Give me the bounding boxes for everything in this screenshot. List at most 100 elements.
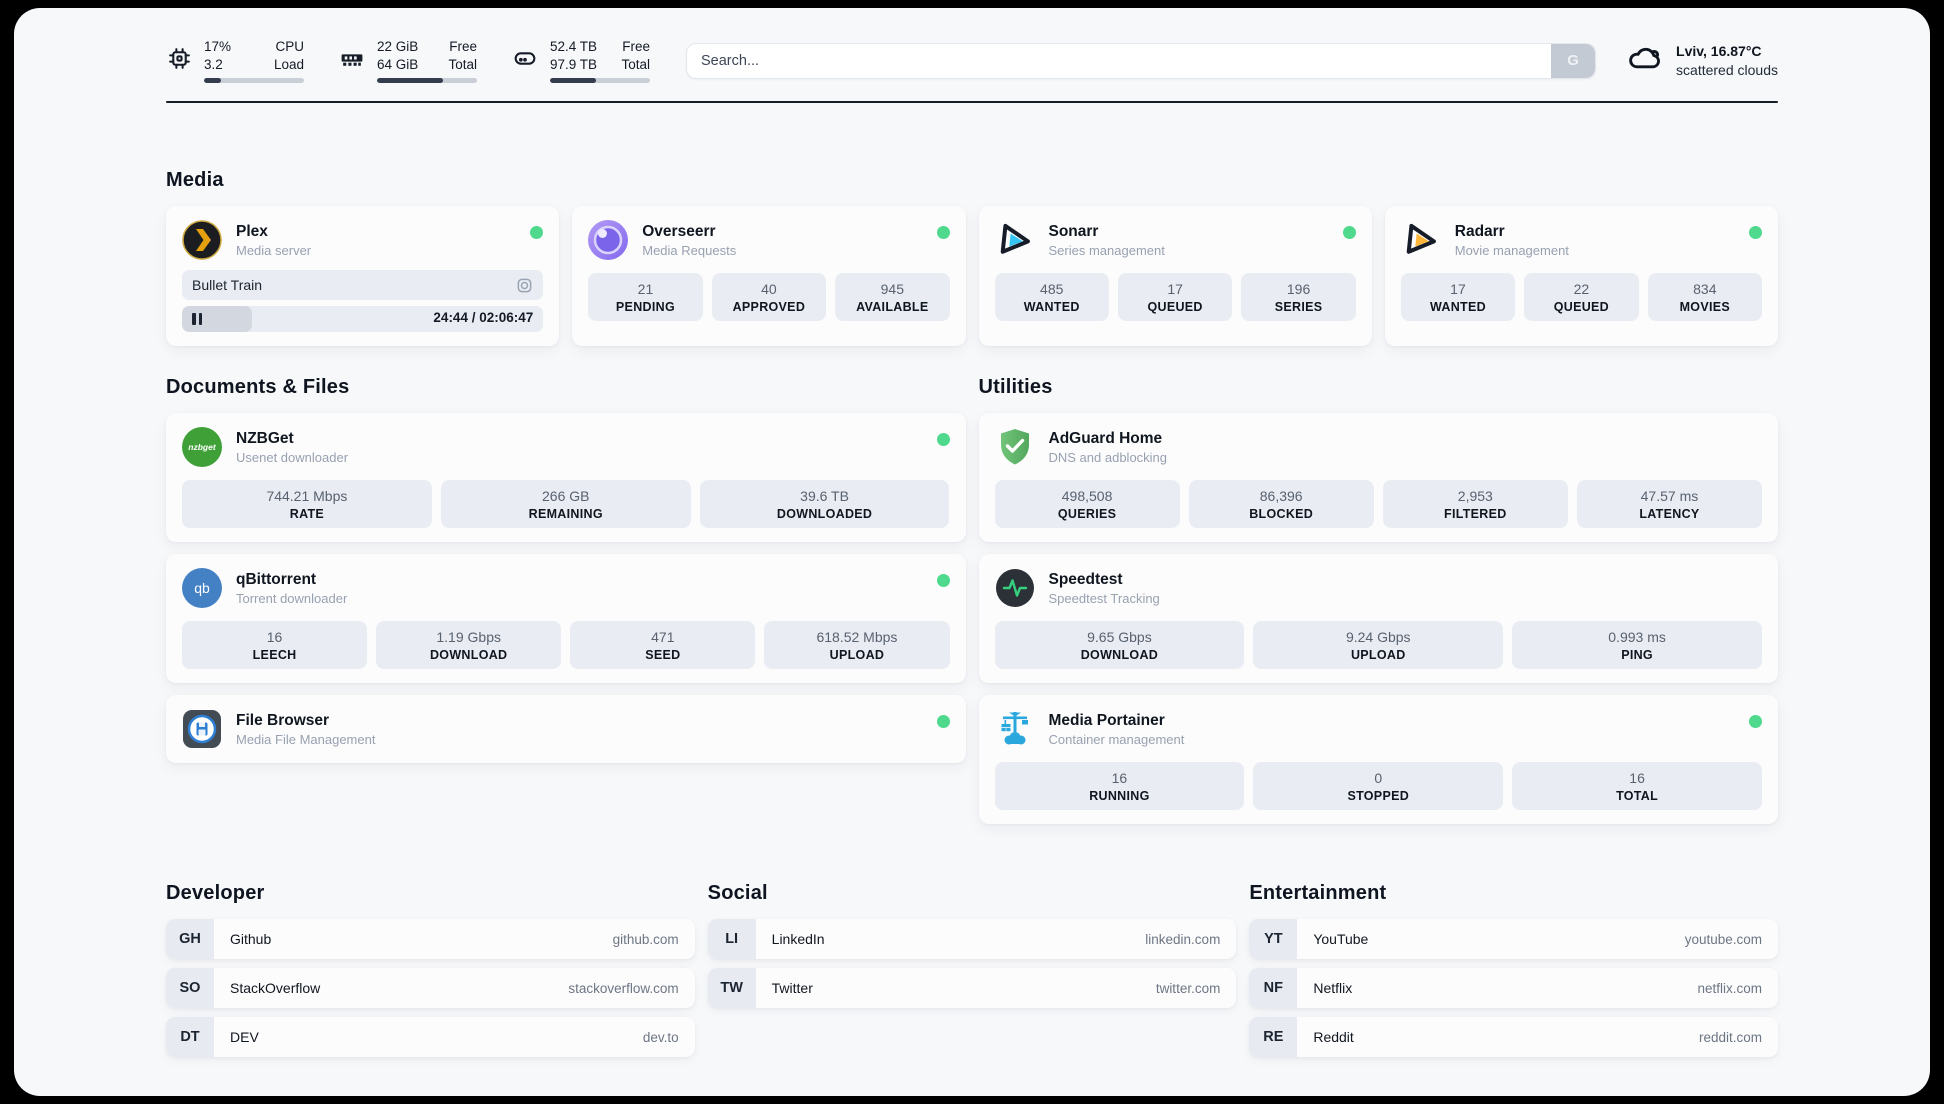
bookmark-youtube[interactable]: YT YouTube youtube.com — [1249, 919, 1778, 960]
cpu-usage-value: 17% — [204, 39, 232, 54]
app-name: File Browser — [236, 711, 330, 729]
bookmark-abbr: TW — [707, 968, 756, 1009]
now-playing-time: 24:44 / 02:06:47 — [433, 310, 534, 326]
header-divider — [166, 101, 1778, 104]
disk-metric: 52.4 TB 97.9 TB Free Total — [511, 38, 650, 84]
now-playing-progressbar: 24:44 / 02:06:47 — [182, 306, 544, 333]
weather-location: Lviv, 16.87°C — [1676, 42, 1762, 59]
bookmark-abbr: LI — [707, 919, 756, 960]
stat-tile: 17 WANTED — [1400, 273, 1516, 322]
bookmark-url: twitter.com — [1155, 980, 1221, 996]
svg-text:nzbget: nzbget — [188, 442, 217, 452]
top-bar: 17% 3.2 CPU Load 22 GiB 64 GiB Free Tota… — [166, 8, 1778, 84]
now-playing-title: Bullet Train — [192, 277, 263, 294]
documents-column: Documents & Files nzbget NZBGet Usenet d… — [166, 376, 966, 764]
stat-tile: 498,508 QUERIES — [994, 480, 1180, 529]
app-subtitle: Torrent downloader — [236, 590, 348, 606]
developer-column: Developer GH Github github.com SO StackO… — [166, 882, 695, 1058]
status-dot — [1749, 715, 1762, 729]
status-dot — [1749, 226, 1762, 240]
bookmark-url: dev.to — [642, 1029, 679, 1045]
bookmark-github[interactable]: GH Github github.com — [166, 919, 695, 960]
app-card-nzbget[interactable]: nzbget NZBGet Usenet downloader 744.21 M… — [166, 413, 966, 543]
status-dot — [530, 226, 544, 240]
ram-free-label: Free — [449, 39, 477, 54]
bookmark-dev[interactable]: DT DEV dev.to — [166, 1017, 695, 1058]
stat-tile: 16 RUNNING — [994, 762, 1245, 811]
nzbget-icon: nzbget — [182, 427, 222, 468]
stat-tile: 471 SEED — [570, 621, 756, 670]
app-subtitle: Container management — [1048, 731, 1185, 747]
cpu-load-label: Load — [273, 56, 304, 72]
stat-tile: 0 STOPPED — [1253, 762, 1504, 811]
ram-total-label: Total — [448, 56, 477, 72]
plex-icon — [182, 220, 222, 260]
bookmark-abbr: YT — [1249, 919, 1298, 960]
sonarr-icon — [995, 220, 1035, 260]
bookmark-twitter[interactable]: TW Twitter twitter.com — [707, 968, 1237, 1009]
section-title-media: Media — [166, 169, 224, 192]
bookmark-abbr: SO — [166, 968, 214, 1009]
disk-total-value: 97.9 TB — [550, 56, 598, 72]
app-card-speedtest[interactable]: Speedtest Speedtest Tracking 9.65 Gbps D… — [978, 554, 1778, 684]
section-title-utilities: Utilities — [978, 376, 1053, 399]
status-dot — [936, 574, 950, 588]
search-engine-button[interactable]: G — [1551, 43, 1596, 78]
bookmark-name: Github — [230, 931, 272, 948]
media-card-grid: Plex Media server Bullet Train 24:44 / 0… — [166, 206, 1778, 347]
app-card-radarr[interactable]: Radarr Movie management 17 WANTED 22 QUE… — [1384, 206, 1778, 347]
app-card-filebrowser[interactable]: File Browser Media File Management — [166, 695, 966, 764]
bookmark-linkedin[interactable]: LI LinkedIn linkedin.com — [707, 919, 1237, 960]
svg-text:qb: qb — [194, 580, 210, 596]
app-name: Plex — [236, 222, 268, 240]
stat-tile: 744.21 Mbps RATE — [182, 480, 432, 529]
qbittorrent-icon: qb — [182, 568, 222, 609]
bookmark-name: StackOverflow — [230, 980, 321, 997]
bookmark-name: LinkedIn — [771, 931, 825, 948]
app-name: Media Portainer — [1048, 711, 1165, 729]
cpu-progress-track — [204, 78, 304, 84]
stat-tile: 485 WANTED — [994, 273, 1109, 322]
app-card-plex[interactable]: Plex Media server Bullet Train 24:44 / 0… — [166, 206, 560, 347]
app-subtitle: Series management — [1048, 242, 1165, 258]
cpu-progress-fill — [204, 78, 221, 84]
bookmark-netflix[interactable]: NF Netflix netflix.com — [1249, 968, 1778, 1009]
disk-total-label: Total — [621, 56, 650, 72]
bookmark-abbr: DT — [166, 1017, 214, 1058]
app-card-adguard[interactable]: AdGuard Home DNS and adblocking 498,508 … — [978, 413, 1778, 543]
stat-tile: 22 QUEUED — [1524, 273, 1639, 322]
search-input[interactable] — [687, 43, 1552, 78]
adguard-icon — [995, 427, 1035, 467]
app-subtitle: Media File Management — [236, 731, 376, 747]
app-card-sonarr[interactable]: Sonarr Series management 485 WANTED 17 Q… — [978, 206, 1372, 347]
bookmark-name: DEV — [230, 1029, 259, 1046]
speedtest-icon — [995, 568, 1035, 608]
now-playing-title-pill: Bullet Train — [182, 270, 544, 301]
stat-tile: 945 AVAILABLE — [835, 273, 950, 322]
stat-tile: 2,953 FILTERED — [1382, 480, 1568, 529]
search-bar: G — [686, 42, 1597, 79]
bookmark-reddit[interactable]: RE Reddit reddit.com — [1249, 1017, 1778, 1058]
status-dot — [936, 433, 950, 447]
app-card-overseerr[interactable]: Overseerr Media Requests 21 PENDING 40 A… — [572, 206, 966, 347]
app-subtitle: DNS and adblocking — [1048, 449, 1168, 465]
app-name: qBittorrent — [236, 570, 317, 588]
bookmark-stackoverflow[interactable]: SO StackOverflow stackoverflow.com — [166, 968, 695, 1009]
app-name: NZBGet — [236, 429, 294, 447]
bookmark-url: linkedin.com — [1145, 931, 1221, 947]
social-column: Social LI LinkedIn linkedin.com TW Twitt… — [707, 882, 1237, 1057]
disk-icon — [511, 45, 539, 77]
app-name: Radarr — [1454, 222, 1505, 240]
app-subtitle: Movie management — [1454, 242, 1569, 258]
pause-icon[interactable] — [192, 313, 202, 326]
app-subtitle: Media Requests — [642, 242, 737, 258]
bookmark-abbr: NF — [1249, 968, 1298, 1009]
bookmark-url: stackoverflow.com — [568, 980, 679, 996]
bookmark-abbr: GH — [166, 919, 214, 960]
app-name: Sonarr — [1048, 222, 1099, 240]
bookmark-name: YouTube — [1313, 931, 1369, 948]
app-card-portainer[interactable]: Media Portainer Container management 16 … — [978, 695, 1778, 825]
app-card-qbittorrent[interactable]: qb qBittorrent Torrent downloader 16 LEE… — [166, 554, 966, 684]
section-title-social: Social — [707, 882, 768, 905]
stat-tile: 9.24 Gbps UPLOAD — [1253, 621, 1504, 670]
